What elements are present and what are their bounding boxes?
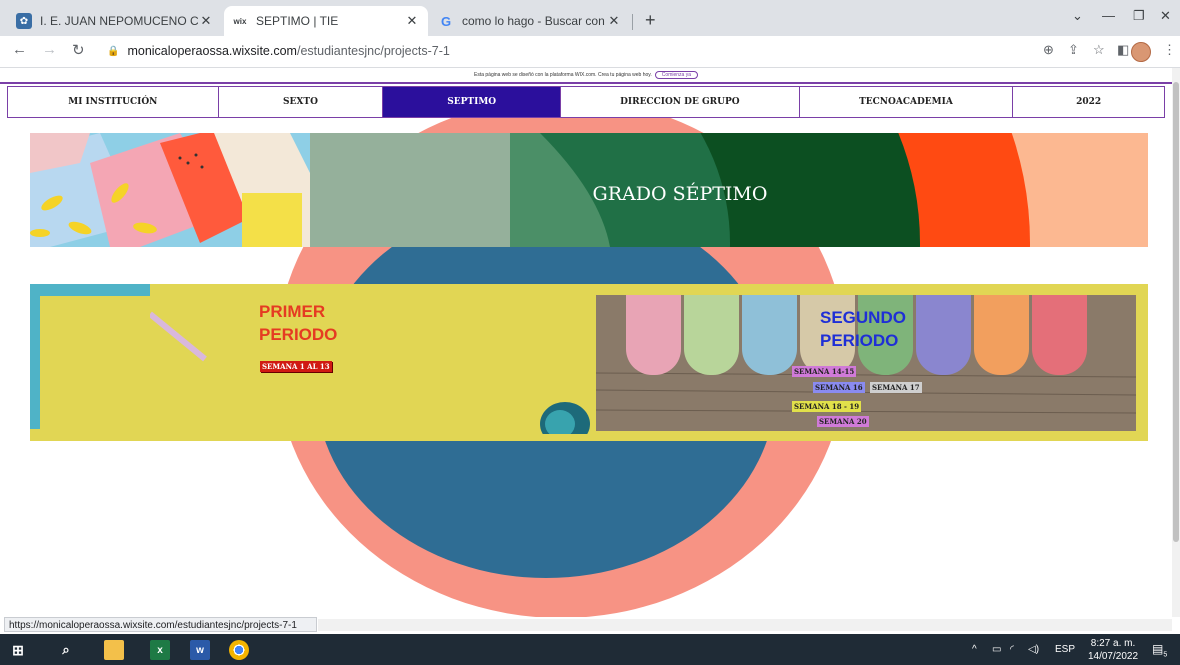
reload-button[interactable]: ↻: [72, 41, 85, 59]
browser-toolbar: ← → ↻ 🔒 monicaloperaossa.wixsite.com/est…: [0, 36, 1180, 68]
hero-banner: GRADO SÉPTIMO: [30, 133, 1148, 247]
site-menu: MI INSTITUCIÓN SEXTO SEPTIMO DIRECCION D…: [7, 86, 1165, 118]
wix-site-icon: ✿: [16, 13, 32, 29]
primer-periodo-title[interactable]: PRIMER PERIODO: [259, 300, 337, 346]
browser-tab-strip: ✿ I. E. JUAN NEPOMUCENO CADA ✕ wix SEPTI…: [0, 0, 1180, 36]
chrome-icon[interactable]: [229, 640, 249, 660]
clock[interactable]: 8:27 a. m. 14/07/2022: [1087, 637, 1139, 663]
language-indicator[interactable]: ESP: [1055, 644, 1075, 655]
tab-title: I. E. JUAN NEPOMUCENO CADA: [40, 14, 198, 28]
menu-item-2022[interactable]: 2022: [1013, 87, 1164, 117]
restore-button[interactable]: ❐: [1133, 8, 1145, 24]
url-domain: monicaloperaossa.wixsite.com: [127, 44, 297, 58]
vertical-scrollbar[interactable]: [1172, 68, 1180, 617]
clock-time: 8:27 a. m.: [1090, 638, 1136, 649]
word-icon[interactable]: w: [190, 640, 210, 660]
segundo-periodo-line2: PERIODO: [820, 331, 899, 350]
tab-title: SEPTIMO | TIE: [256, 14, 339, 28]
primer-periodo-line2: PERIODO: [259, 325, 338, 344]
periods-section: PRIMER PERIODO SEMANA 1 AL 13 SEGUNDO PE…: [30, 284, 1148, 441]
chalk-pink: [626, 295, 681, 375]
side-panel-icon[interactable]: ◧: [1117, 42, 1129, 58]
tab-institucion[interactable]: ✿ I. E. JUAN NEPOMUCENO CADA ✕: [8, 6, 222, 36]
wix-start-button[interactable]: Comienza ya: [654, 70, 698, 79]
notification-icon[interactable]: ▤5: [1152, 642, 1167, 658]
semana-18-19-tag[interactable]: SEMANA 18 - 19: [792, 401, 862, 412]
wifi-icon[interactable]: ◜: [1010, 644, 1014, 655]
wix-banner-text: Esta página web se diseñó con la platafo…: [474, 71, 652, 78]
semana-16-tag[interactable]: SEMANA 16: [813, 382, 865, 393]
tab-title: como lo hago - Buscar con Goog: [462, 14, 606, 28]
horizontal-scrollbar[interactable]: [318, 619, 1172, 631]
wix-icon: wix: [233, 16, 247, 26]
segundo-periodo-title[interactable]: SEGUNDO PERIODO: [820, 306, 906, 352]
volume-icon[interactable]: ◁): [1028, 644, 1039, 655]
wix-banner: Esta página web se diseñó con la platafo…: [0, 68, 1172, 81]
scrollbar-thumb[interactable]: [1173, 82, 1179, 542]
windows-taskbar: ⊞ ⌕ x w ^ ▭ ◜ ◁) ESP 8:27 a. m. 14/07/20…: [0, 634, 1180, 665]
close-icon[interactable]: ✕: [404, 13, 420, 29]
notification-count: 5: [1163, 651, 1168, 659]
semana-14-15-tag[interactable]: SEMANA 14-15: [792, 366, 857, 377]
minimize-button[interactable]: —: [1102, 8, 1115, 23]
menu-item-direccion-de-grupo[interactable]: DIRECCION DE GRUPO: [561, 87, 800, 117]
bookmark-star-icon[interactable]: ☆: [1093, 42, 1105, 58]
zoom-icon[interactable]: ⊕: [1043, 42, 1054, 58]
share-icon[interactable]: ⇪: [1068, 42, 1079, 58]
plant-decoration: [540, 402, 590, 434]
web-page: Esta página web se diseñó con la platafo…: [0, 68, 1172, 617]
forward-button[interactable]: →: [42, 41, 57, 58]
tab-separator: [632, 14, 633, 30]
notebooks-photo: [30, 133, 310, 247]
new-tab-button[interactable]: +: [645, 10, 656, 31]
semana-17-tag[interactable]: SEMANA 17: [870, 382, 922, 393]
close-icon[interactable]: ✕: [606, 13, 622, 29]
lock-icon: 🔒: [107, 45, 120, 57]
menu-item-tecnoacademia[interactable]: TECNOACADEMIA: [800, 87, 1014, 117]
segundo-periodo-line1: SEGUNDO: [820, 308, 906, 327]
tab-google[interactable]: G como lo hago - Buscar con Goog ✕: [430, 6, 630, 36]
file-explorer-icon[interactable]: [104, 640, 124, 660]
back-button[interactable]: ←: [12, 41, 27, 58]
chalk-blue: [742, 295, 797, 375]
profile-avatar[interactable]: [1131, 42, 1151, 62]
chalk-green: [684, 295, 739, 375]
close-window-button[interactable]: ✕: [1160, 8, 1171, 24]
address-bar[interactable]: 🔒 monicaloperaossa.wixsite.com/estudiant…: [107, 38, 1007, 64]
chalk-purple: [916, 295, 971, 375]
windows-start-icon[interactable]: ⊞: [8, 640, 28, 660]
search-icon[interactable]: ⌕: [56, 640, 76, 660]
semana-1-al-13-tag[interactable]: SEMANA 1 AL 13: [260, 361, 332, 372]
google-icon: G: [440, 13, 452, 29]
chevron-up-icon[interactable]: ^: [972, 644, 977, 655]
semana-20-tag[interactable]: SEMANA 20: [817, 416, 869, 427]
close-icon[interactable]: ✕: [198, 13, 214, 29]
primer-periodo-line1: PRIMER: [259, 302, 326, 321]
chalk-orange: [974, 295, 1029, 375]
menu-kebab-icon[interactable]: ⋮: [1163, 42, 1176, 58]
chalk-red: [1032, 295, 1087, 375]
status-url: https://monicaloperaossa.wixsite.com/est…: [4, 617, 317, 632]
menu-item-septimo[interactable]: SEPTIMO: [383, 87, 562, 117]
tab-search-icon[interactable]: ⌄: [1072, 8, 1083, 24]
menu-item-sexto[interactable]: SEXTO: [219, 87, 384, 117]
pencil-decoration: [150, 311, 207, 362]
hero-title: GRADO SÉPTIMO: [592, 183, 768, 205]
menu-item-mi-institucion[interactable]: MI INSTITUCIÓN: [8, 87, 219, 117]
excel-icon[interactable]: x: [150, 640, 170, 660]
battery-icon[interactable]: ▭: [992, 644, 1001, 655]
tab-septimo[interactable]: wix SEPTIMO | TIE ✕: [224, 6, 428, 36]
clock-date: 14/07/2022: [1087, 651, 1139, 662]
url-path: /estudiantesjnc/projects-7-1: [296, 44, 450, 58]
divider: [0, 82, 1172, 84]
